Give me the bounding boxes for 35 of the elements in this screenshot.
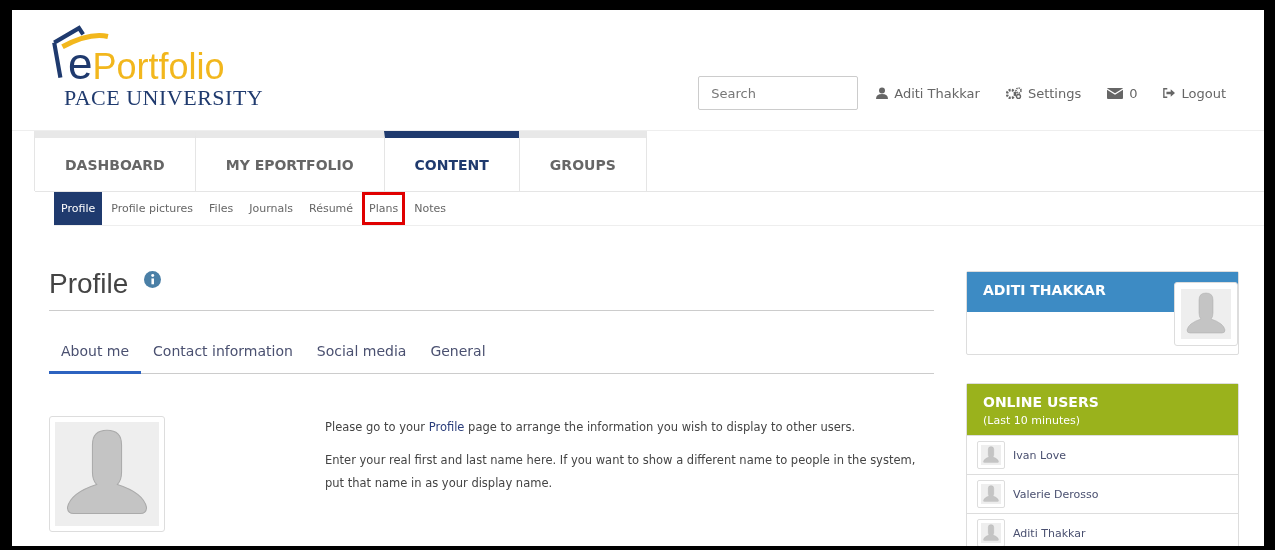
envelope-icon	[1107, 87, 1124, 99]
profile-tab[interactable]: About me	[49, 333, 142, 374]
profile-tab[interactable]: General	[418, 333, 498, 374]
header-link[interactable]: Logout	[1163, 85, 1226, 101]
paragraph: Enter your real first and last name here. If you want to show a different name to people in the system, put that name in as your display name.	[325, 452, 917, 492]
subnav-tab[interactable]: Profile	[54, 192, 103, 225]
subnav-tab[interactable]: Plans	[362, 192, 406, 225]
info-icon[interactable]	[144, 271, 162, 288]
person-silhouette-icon	[1181, 289, 1231, 339]
user-link[interactable]: Valerie Derosso	[1013, 487, 1099, 501]
card-title: ADITI THAKKAR	[983, 282, 1107, 298]
user-link[interactable]: Ivan Love	[1013, 448, 1066, 462]
profile-tab[interactable]: Social media	[304, 333, 419, 374]
page-title: Profile	[49, 268, 129, 300]
search-field[interactable]: Search	[698, 76, 859, 110]
person-silhouette-icon	[55, 422, 159, 526]
logo[interactable]: ePortfolio PACE UNIVERSITY	[48, 24, 264, 111]
subnav-tab[interactable]: Files	[202, 192, 241, 225]
gears-icon	[1005, 87, 1022, 99]
user-icon	[876, 87, 889, 99]
header-link[interactable]: 0	[1107, 85, 1138, 101]
paragraph: Please go to your Profile page to arrange the information you wish to display to other users.	[325, 419, 857, 436]
subnav-tab[interactable]: Profile pictures	[104, 192, 201, 225]
user-link[interactable]: Aditi Thakkar	[1013, 526, 1086, 540]
subnav-tab[interactable]: Résumé	[302, 192, 361, 225]
logout-icon	[1163, 87, 1176, 99]
profile-link[interactable]: Profile	[428, 420, 465, 434]
profile-tab[interactable]: Contact information	[141, 333, 305, 374]
nav-tab[interactable]: GROUPS	[518, 131, 647, 191]
header-link[interactable]: Aditi Thakkar	[876, 85, 980, 101]
subnav-tab[interactable]: Journals	[242, 192, 300, 225]
card-subtitle: (Last 10 minutes)	[983, 414, 1081, 427]
header-link[interactable]: Settings	[1005, 85, 1082, 101]
subnav-tab[interactable]: Notes	[407, 192, 453, 225]
card-title: ONLINE USERS	[983, 394, 1100, 410]
